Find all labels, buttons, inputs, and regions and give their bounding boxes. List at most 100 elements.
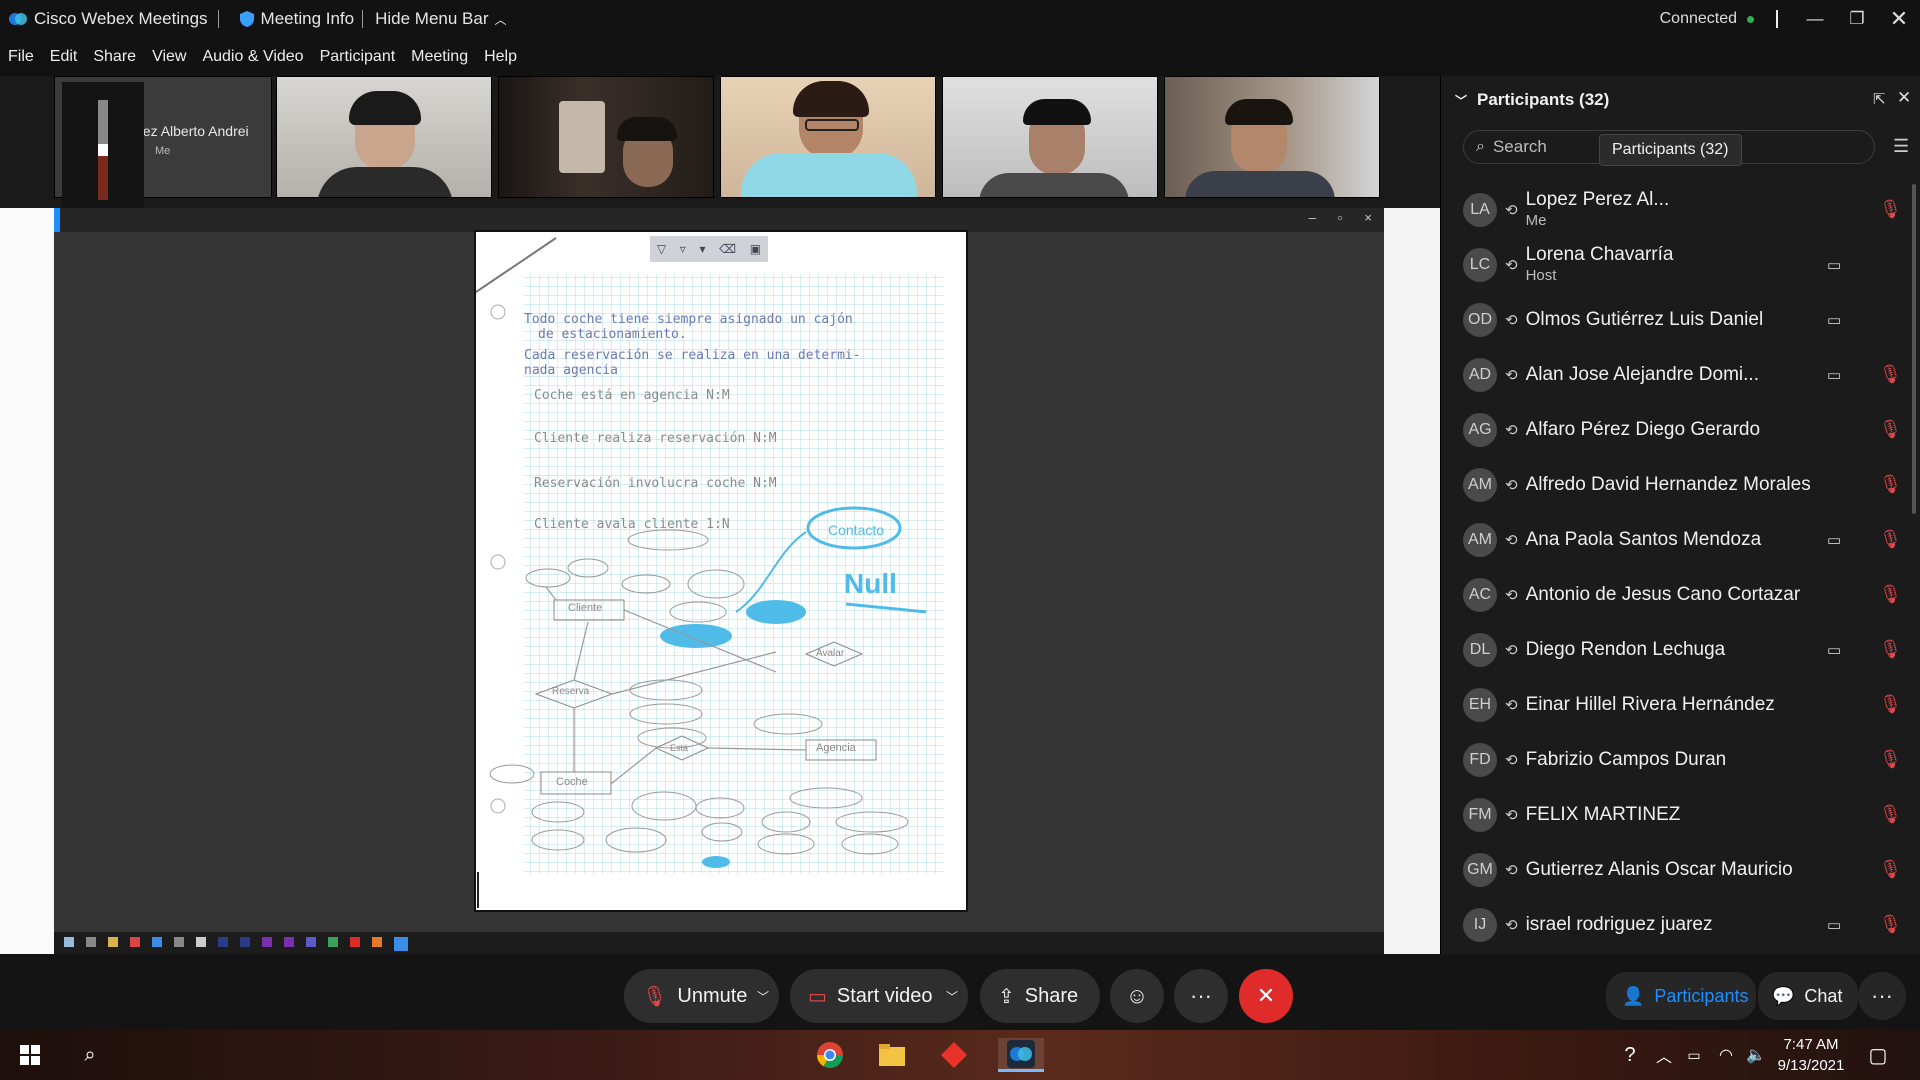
shield-icon: [239, 11, 254, 27]
participant-row[interactable]: LA ⟲ Lopez Perez Al... Me 🎙: [1441, 182, 1911, 237]
popout-icon[interactable]: ⇱: [1873, 90, 1886, 108]
video-strip: Perez Alberto Andrei Me: [54, 76, 1386, 198]
menu-meeting[interactable]: Meeting: [411, 48, 468, 66]
participant-video-tile[interactable]: [498, 76, 714, 198]
participants-toggle-button[interactable]: 👤 Participants: [1606, 972, 1756, 1020]
participant-name: Gutierrez Alanis Oscar Mauricio: [1525, 859, 1793, 880]
reactions-button[interactable]: ☺: [1110, 969, 1164, 1023]
menu-edit[interactable]: Edit: [50, 48, 78, 66]
doc-line: Coche está en agencia N:M: [534, 388, 730, 403]
participant-row[interactable]: AC ⟲ Antonio de Jesus Cano Cortazar 🎙: [1441, 567, 1911, 622]
mic-muted-icon[interactable]: 🎙: [1879, 804, 1902, 825]
participant-video-tile[interactable]: [1164, 76, 1380, 198]
mic-muted-icon[interactable]: 🎙: [1879, 529, 1902, 550]
participant-video-tile[interactable]: [276, 76, 492, 198]
connected-dot-icon: [1747, 15, 1754, 23]
participant-row[interactable]: AM ⟲ Ana Paola Santos Mendoza ▭ 🎙: [1441, 512, 1911, 567]
mic-muted-icon[interactable]: 🎙: [1879, 639, 1902, 660]
participant-row[interactable]: GM ⟲ Gutierrez Alanis Oscar Mauricio 🎙: [1441, 842, 1911, 897]
share-button[interactable]: ⇪ Share: [980, 969, 1100, 1023]
eraser-tool-icon[interactable]: ⌫: [719, 242, 736, 256]
mic-muted-icon[interactable]: 🎙: [1879, 914, 1902, 935]
participant-video-tile[interactable]: [942, 76, 1158, 198]
share-minimize-icon[interactable]: –: [1309, 210, 1316, 225]
windows-start-icon[interactable]: [12, 1038, 48, 1072]
participant-row[interactable]: AD ⟲ Alan Jose Alejandre Domi... ▭ 🎙: [1441, 347, 1911, 402]
mic-muted-icon[interactable]: 🎙: [1879, 859, 1902, 880]
sort-icon[interactable]: ☰: [1893, 136, 1909, 157]
mic-muted-icon[interactable]: 🎙: [1879, 749, 1902, 770]
mic-muted-icon[interactable]: 🎙: [1879, 474, 1902, 495]
menu-file[interactable]: File: [8, 48, 34, 66]
panel-more-button[interactable]: ···: [1858, 972, 1906, 1020]
video-icon[interactable]: ▭: [1827, 256, 1841, 274]
menu-audio-video[interactable]: Audio & Video: [202, 48, 303, 66]
menu-help[interactable]: Help: [484, 48, 517, 66]
mic-muted-icon[interactable]: 🎙: [1879, 419, 1902, 440]
share-close-icon[interactable]: ×: [1364, 210, 1372, 225]
mic-muted-icon[interactable]: 🎙: [1879, 199, 1902, 220]
file-explorer-icon[interactable]: [874, 1038, 910, 1072]
video-icon[interactable]: ▭: [1827, 916, 1841, 934]
hide-menu-bar-button[interactable]: Hide Menu Bar ︿: [367, 0, 514, 38]
share-indicator: [54, 208, 60, 232]
volume-handle[interactable]: [98, 144, 108, 156]
video-icon[interactable]: ▭: [1827, 641, 1841, 659]
minimize-button[interactable]: —: [1794, 0, 1836, 38]
notifications-icon[interactable]: ▢: [1860, 1038, 1896, 1072]
divider: [362, 10, 364, 28]
participant-video-tile[interactable]: [720, 76, 936, 198]
restore-button[interactable]: ❐: [1836, 0, 1878, 38]
participant-row[interactable]: FM ⟲ FELIX MARTINEZ 🎙: [1441, 787, 1911, 842]
scrollbar[interactable]: [1912, 184, 1916, 514]
chevron-down-icon[interactable]: ﹀: [946, 988, 958, 1005]
avatar: FD: [1463, 742, 1497, 777]
participant-row[interactable]: AG ⟲ Alfaro Pérez Diego Gerardo 🎙: [1441, 402, 1911, 457]
leave-meeting-button[interactable]: ✕: [1239, 969, 1293, 1023]
audio-connected-icon: ⟲: [1505, 641, 1518, 659]
participant-row[interactable]: FD ⟲ Fabrizio Campos Duran 🎙: [1441, 732, 1911, 787]
participant-name: Einar Hillel Rivera Hernández: [1525, 694, 1775, 715]
video-icon[interactable]: ▭: [1827, 366, 1841, 384]
video-icon[interactable]: ▭: [1827, 531, 1841, 549]
pen-tool-icon[interactable]: ▽: [657, 242, 666, 256]
volume-slider[interactable]: [98, 100, 108, 200]
highlighter-tool-icon[interactable]: ▿: [680, 242, 686, 256]
participant-name: Fabrizio Campos Duran: [1525, 749, 1727, 770]
meeting-info-button[interactable]: Meeting Info: [231, 0, 363, 38]
diagram-label: Contacto: [828, 522, 885, 538]
search-icon[interactable]: ⌕: [72, 1038, 108, 1072]
smiley-icon: ☺: [1125, 983, 1149, 1008]
menu-view[interactable]: View: [152, 48, 186, 66]
share-restore-icon[interactable]: ▫: [1338, 210, 1343, 225]
close-window-button[interactable]: ✕: [1878, 0, 1920, 38]
mic-muted-icon[interactable]: 🎙: [1879, 364, 1902, 385]
marker-tool-icon[interactable]: ▾: [699, 242, 705, 256]
participant-row[interactable]: LC ⟲ Lorena Chavarría Host ▭: [1441, 237, 1911, 292]
clock[interactable]: 7:47 AM 9/13/2021: [1766, 1034, 1856, 1076]
menu-participant[interactable]: Participant: [320, 48, 396, 66]
more-options-button[interactable]: ···: [1174, 969, 1228, 1023]
help-icon[interactable]: ?: [1612, 1038, 1648, 1072]
start-video-button[interactable]: ▭ Start video ﹀: [790, 969, 968, 1023]
menu-share[interactable]: Share: [93, 48, 136, 66]
chat-button[interactable]: 💬 Chat: [1758, 972, 1858, 1020]
webex-taskbar-icon[interactable]: [998, 1038, 1044, 1072]
participant-row[interactable]: OD ⟲ Olmos Gutiérrez Luis Daniel ▭: [1441, 292, 1911, 347]
close-panel-icon[interactable]: ✕: [1897, 88, 1911, 108]
video-icon[interactable]: ▭: [1827, 311, 1841, 329]
meeting-info-label: Meeting Info: [260, 9, 355, 28]
chrome-icon[interactable]: [812, 1038, 848, 1072]
participant-row[interactable]: IJ ⟲ israel rodriguez juarez ▭ 🎙: [1441, 897, 1911, 952]
participant-row[interactable]: DL ⟲ Diego Rendon Lechuga ▭ 🎙: [1441, 622, 1911, 677]
mic-muted-icon[interactable]: 🎙: [1879, 584, 1902, 605]
chevron-down-icon[interactable]: ﹀: [757, 988, 769, 1005]
battery-icon[interactable]: ▭: [1676, 1038, 1712, 1072]
chevron-down-icon[interactable]: ﹀: [1455, 92, 1467, 109]
unmute-button[interactable]: 🎙 Unmute ﹀: [624, 969, 779, 1023]
save-tool-icon[interactable]: ▣: [750, 242, 761, 256]
participant-row[interactable]: EH ⟲ Einar Hillel Rivera Hernández 🎙: [1441, 677, 1911, 732]
app-red-diamond-icon[interactable]: [936, 1038, 972, 1072]
participant-row[interactable]: AM ⟲ Alfredo David Hernandez Morales 🎙: [1441, 457, 1911, 512]
mic-muted-icon[interactable]: 🎙: [1879, 694, 1902, 715]
